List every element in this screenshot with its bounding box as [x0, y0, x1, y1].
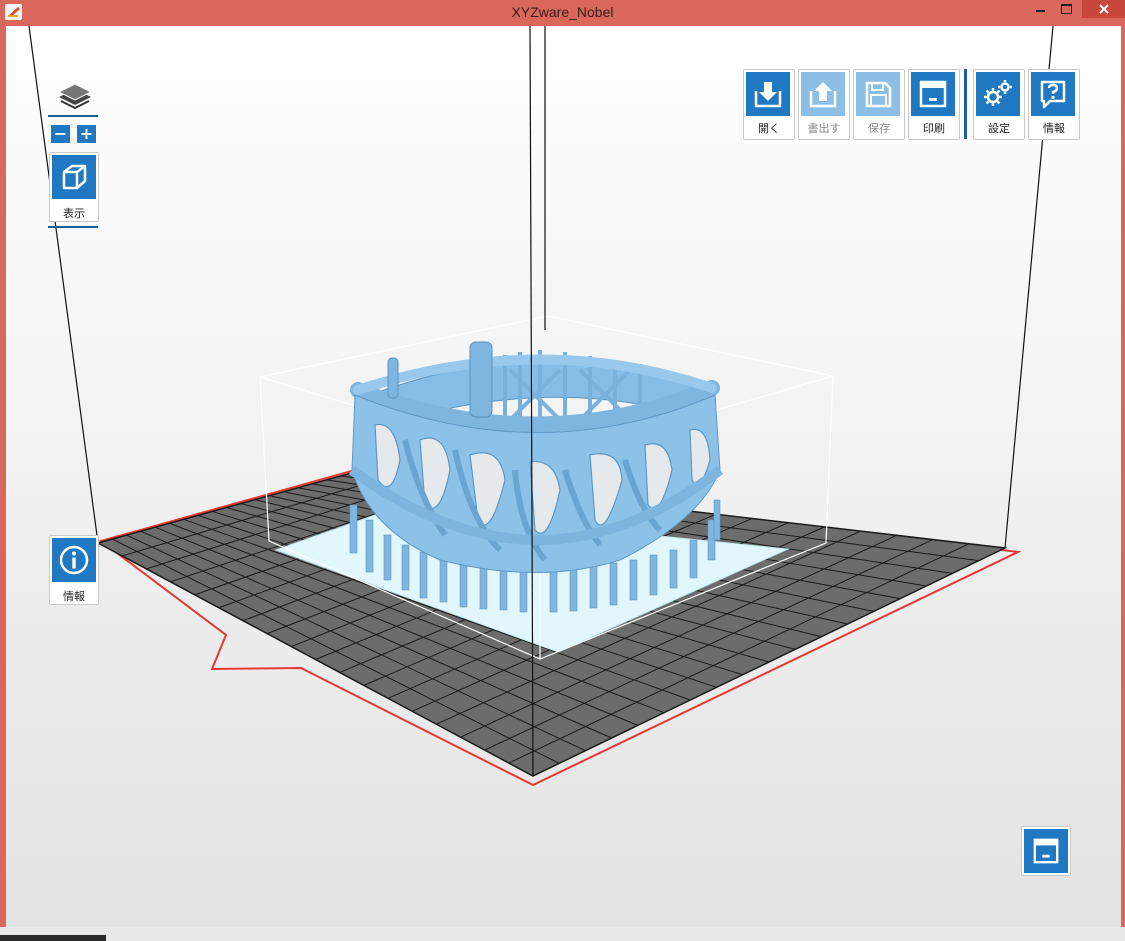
view-divider	[48, 226, 98, 228]
settings-button-label: 設定	[988, 122, 1010, 135]
view-button-label: 表示	[63, 207, 85, 220]
question-icon	[1040, 80, 1066, 109]
app-window: XYZware_Nobel − + 表示 情報 開く 書出す 保存 印刷 設定 …	[0, 0, 1125, 941]
layers-icon[interactable]	[56, 81, 94, 109]
build-scene	[28, 26, 1054, 787]
info-button-label: 情報	[63, 590, 85, 603]
close-button[interactable]	[1082, 0, 1125, 18]
printer-icon	[919, 80, 947, 108]
info-icon-tile	[52, 538, 96, 582]
minimize-icon	[1035, 10, 1045, 12]
view-button[interactable]: 表示	[49, 152, 99, 222]
toolbar-separator	[964, 69, 967, 139]
window-title: XYZware_Nobel	[511, 4, 614, 20]
print-preview-icon	[1033, 838, 1059, 864]
print-preview-icon-tile	[1024, 829, 1068, 873]
zoom-out-button[interactable]: −	[50, 124, 71, 144]
title-bar: XYZware_Nobel	[0, 0, 1125, 25]
maximize-icon	[1060, 4, 1072, 14]
close-icon	[1098, 4, 1109, 14]
print-preview-button[interactable]	[1021, 826, 1071, 876]
help-button-label: 情報	[1043, 122, 1065, 135]
help-icon-tile	[1031, 72, 1075, 116]
export-button-label: 書出す	[807, 122, 841, 135]
view-icon-tile	[52, 155, 96, 199]
help-button[interactable]: 情報	[1028, 69, 1080, 140]
open-icon-tile	[746, 72, 790, 116]
save-icon-tile	[856, 72, 900, 116]
floppy-icon	[865, 81, 892, 108]
open-button-label: 開く	[758, 122, 780, 135]
minimize-button[interactable]	[1030, 0, 1050, 18]
save-button[interactable]: 保存	[853, 69, 905, 140]
info-button[interactable]: 情報	[49, 535, 99, 605]
print-button[interactable]: 印刷	[908, 69, 960, 140]
viewport-3d[interactable]: − + 表示 情報 開く 書出す 保存 印刷 設定 情報	[6, 26, 1121, 927]
save-button-label: 保存	[868, 122, 890, 135]
download-icon	[754, 82, 782, 108]
export-icon-tile	[801, 72, 845, 116]
print-icon-tile	[911, 72, 955, 116]
gear-icon	[984, 80, 1012, 106]
layers-divider	[48, 115, 98, 117]
open-button[interactable]: 開く	[743, 69, 795, 140]
settings-icon-tile	[976, 72, 1020, 116]
info-icon	[59, 545, 89, 575]
cube-icon	[62, 164, 87, 190]
zoom-in-button[interactable]: +	[76, 124, 97, 144]
taskbar-strip	[0, 927, 1125, 941]
print-button-label: 印刷	[923, 122, 945, 135]
upload-icon	[809, 82, 837, 108]
maximize-button[interactable]	[1055, 0, 1077, 18]
export-button[interactable]: 書出す	[798, 69, 850, 140]
settings-button[interactable]: 設定	[973, 69, 1025, 140]
